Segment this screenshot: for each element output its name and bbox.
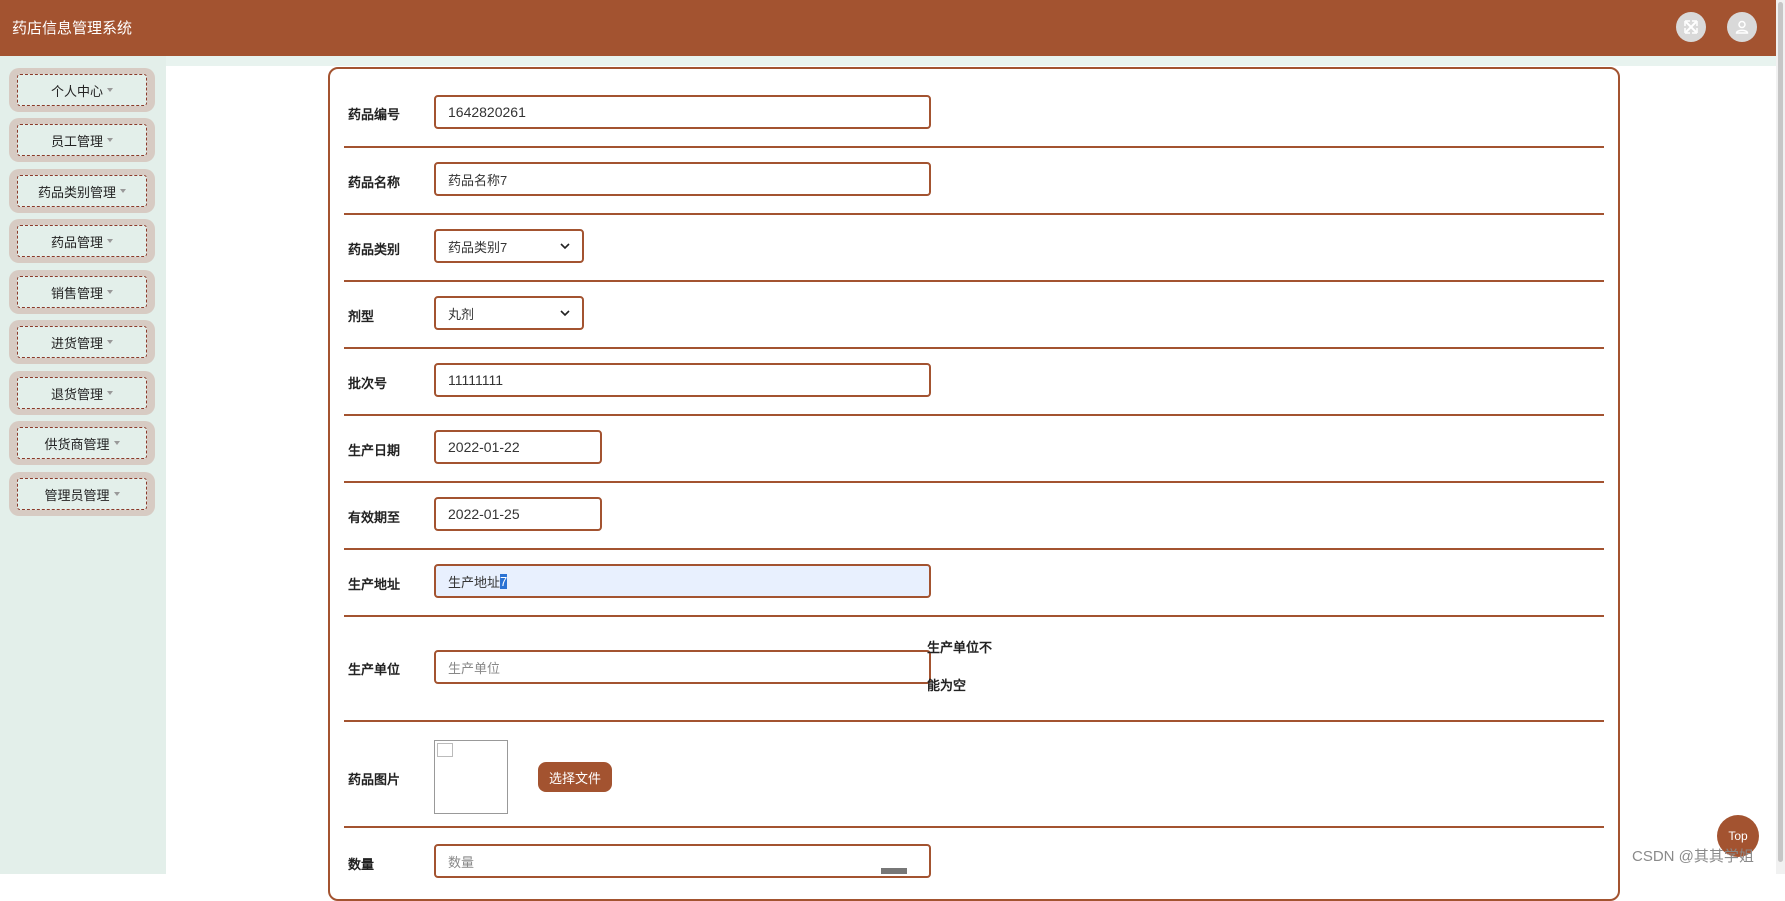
- chevron-down-icon: [560, 243, 570, 250]
- form-row-production-date: 生产日期 2022-01-22: [344, 416, 1604, 483]
- form-row-production-address: 生产地址 生产地址 7: [344, 550, 1604, 617]
- quantity-input[interactable]: 数量: [434, 844, 931, 878]
- expand-icon[interactable]: [1676, 12, 1706, 42]
- sidebar-item-label: 药品类别管理: [37, 184, 116, 200]
- production-date-input[interactable]: 2022-01-22: [434, 430, 602, 464]
- form-row-manufacturer: 生产单位 生产单位 生产单位不 能为空: [344, 617, 1604, 722]
- field-label: 药品类别: [348, 242, 401, 257]
- user-icon[interactable]: [1727, 12, 1757, 42]
- sidebar-item-label: 销售管理: [50, 285, 103, 301]
- sidebar-item-label: 员工管理: [50, 133, 103, 149]
- sidebar-item-label: 管理员管理: [44, 487, 110, 503]
- sidebar-item-label: 退货管理: [50, 386, 103, 402]
- choose-file-button[interactable]: 选择文件: [538, 762, 612, 792]
- field-label: 药品名称: [348, 175, 401, 190]
- sidebar-item-staff[interactable]: 员工管理: [9, 118, 155, 162]
- sidebar-item-purchase[interactable]: 进货管理: [9, 320, 155, 364]
- drug-image-preview: [434, 740, 508, 814]
- field-label: 生产日期: [348, 443, 401, 458]
- drug-no-input[interactable]: 1642820261: [434, 95, 931, 129]
- caret-down-icon: [107, 239, 113, 243]
- form-row-dosage-form: 剂型 丸剂: [344, 282, 1604, 349]
- caret-down-icon: [120, 189, 126, 193]
- field-label: 生产地址: [348, 577, 401, 592]
- form-row-drug-name: 药品名称 药品名称7: [344, 148, 1604, 215]
- top-strip: [166, 56, 1776, 66]
- form-row-drug-image: 药品图片 选择文件: [344, 722, 1604, 828]
- app-title: 药店信息管理系统: [12, 20, 133, 37]
- manufacturer-input[interactable]: 生产单位: [434, 650, 931, 684]
- broken-image-icon: [437, 743, 453, 757]
- caret-down-icon: [107, 290, 113, 294]
- caret-down-icon: [107, 88, 113, 92]
- selected-text: 7: [500, 573, 508, 589]
- caret-down-icon: [107, 391, 113, 395]
- field-label: 批次号: [348, 376, 388, 391]
- field-label: 药品编号: [348, 107, 401, 122]
- scroll-indicator: [881, 868, 907, 874]
- top-header: 药店信息管理系统: [0, 0, 1776, 56]
- sidebar-item-admin[interactable]: 管理员管理: [9, 472, 155, 516]
- sidebar-item-label: 个人中心: [50, 83, 103, 99]
- caret-down-icon: [113, 492, 120, 496]
- form-row-expiry-date: 有效期至 2022-01-25: [344, 483, 1604, 550]
- sidebar-item-label: 供货商管理: [44, 436, 110, 452]
- chevron-down-icon: [560, 310, 570, 317]
- batch-no-input[interactable]: 11111111: [434, 363, 931, 397]
- field-label: 剂型: [348, 309, 375, 324]
- field-label: 有效期至: [348, 510, 401, 525]
- sidebar-item-label: 药品管理: [50, 234, 103, 250]
- expiry-date-input[interactable]: 2022-01-25: [434, 497, 602, 531]
- sidebar-item-supplier[interactable]: 供货商管理: [9, 421, 155, 465]
- field-label: 生产单位: [348, 662, 401, 677]
- form-row-batch-no: 批次号 11111111: [344, 349, 1604, 416]
- form-row-drug-category: 药品类别 药品类别7: [344, 215, 1604, 282]
- field-label: 数量: [348, 857, 375, 872]
- main-content: 药品编号 1642820261 药品名称 药品名称7 药品类别 药品类别7 剂型…: [166, 56, 1776, 901]
- sidebar: 个人中心 员工管理 药品类别管理 药品管理 销售管理 进货管理 退货管理 供货商…: [0, 56, 166, 874]
- manufacturer-error-message: 生产单位不 能为空: [927, 640, 993, 693]
- page-scrollbar[interactable]: [1776, 0, 1785, 874]
- sidebar-item-label: 进货管理: [50, 335, 103, 351]
- drug-category-select[interactable]: 药品类别7: [434, 229, 584, 263]
- sidebar-item-drug[interactable]: 药品管理: [9, 219, 155, 263]
- form-row-quantity: 数量 数量: [344, 828, 1604, 898]
- sidebar-item-personal-center[interactable]: 个人中心: [9, 68, 155, 112]
- drug-name-input[interactable]: 药品名称7: [434, 162, 931, 196]
- scrollbar-thumb[interactable]: [1778, 2, 1783, 862]
- drug-form: 药品编号 1642820261 药品名称 药品名称7 药品类别 药品类别7 剂型…: [328, 67, 1620, 901]
- watermark: CSDN @其其学姐: [1632, 848, 1754, 865]
- caret-down-icon: [113, 441, 120, 445]
- caret-down-icon: [107, 138, 113, 142]
- sidebar-item-sales[interactable]: 销售管理: [9, 270, 155, 314]
- sidebar-item-drug-category[interactable]: 药品类别管理: [9, 169, 155, 213]
- form-row-drug-no: 药品编号 1642820261: [344, 69, 1604, 148]
- dosage-form-select[interactable]: 丸剂: [434, 296, 584, 330]
- field-label: 药品图片: [348, 772, 401, 787]
- sidebar-item-returns[interactable]: 退货管理: [9, 371, 155, 415]
- caret-down-icon: [107, 340, 113, 344]
- production-address-input[interactable]: 生产地址 7: [434, 564, 931, 598]
